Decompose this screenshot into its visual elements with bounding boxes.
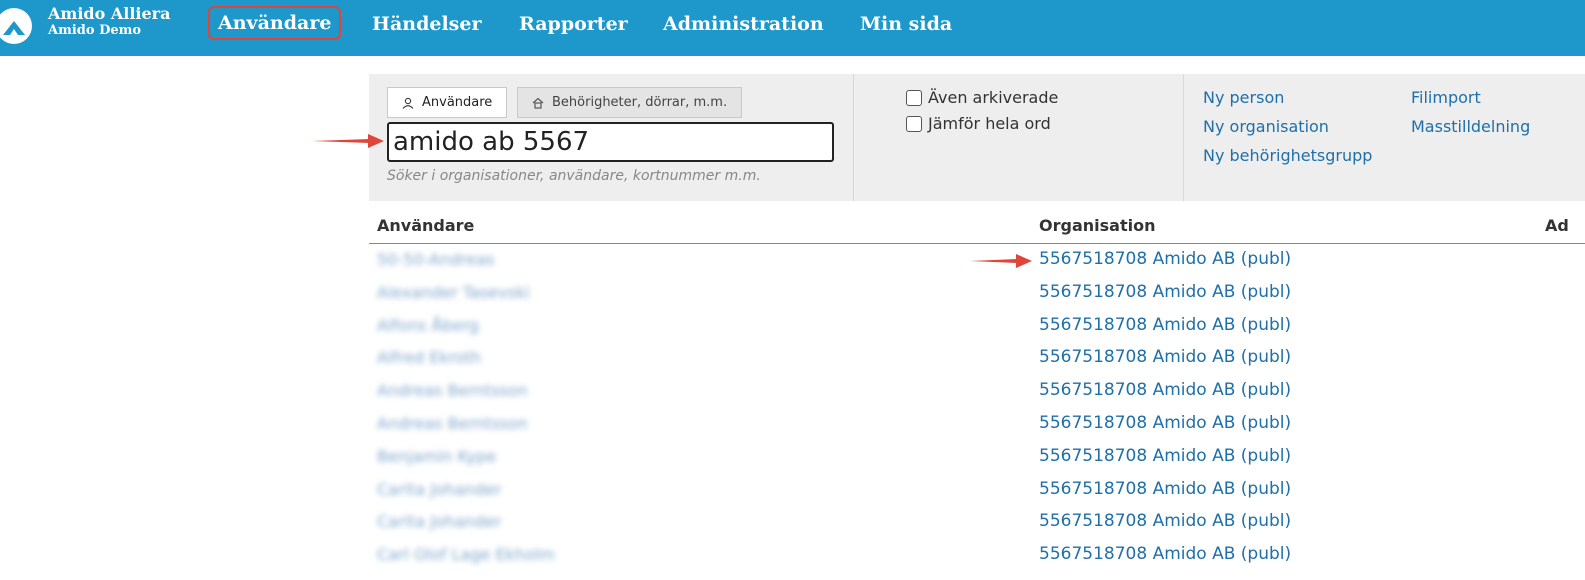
search-input[interactable] [387, 122, 834, 162]
checkbox-box[interactable] [906, 89, 922, 106]
app-logo[interactable] [0, 8, 32, 44]
table-row-organisation[interactable]: 5567518708 Amido AB (publ) [1039, 282, 1291, 302]
file-import-link[interactable]: Filimport [1411, 88, 1481, 107]
top-navigation-bar: Amido Alliera Amido Demo Användare Hände… [0, 0, 1585, 56]
checkbox-box[interactable] [906, 115, 922, 132]
brand-title: Amido Alliera [48, 4, 171, 23]
search-hint: Söker i organisationer, användare, kortn… [387, 168, 761, 184]
nav-reports[interactable]: Rapporter [519, 12, 628, 36]
tab-users-label: Användare [422, 95, 493, 110]
table-row-user[interactable]: 50-50-Andreas [377, 250, 494, 269]
table-row-organisation[interactable]: 5567518708 Amido AB (publ) [1039, 479, 1291, 499]
logo-mountain-icon [3, 21, 25, 35]
tab-permissions[interactable]: Behörigheter, dörrar, m.m. [517, 87, 743, 118]
brand-block: Amido Alliera Amido Demo [48, 5, 170, 39]
nav-administration[interactable]: Administration [663, 12, 824, 36]
nav-users[interactable]: Användare [208, 6, 342, 40]
table-row-organisation[interactable]: 5567518708 Amido AB (publ) [1039, 511, 1291, 531]
archived-checkbox[interactable]: Även arkiverade [906, 88, 1058, 107]
whole-words-checkbox[interactable]: Jämför hela ord [906, 114, 1051, 133]
table-row-organisation[interactable]: 5567518708 Amido AB (publ) [1039, 446, 1291, 466]
table-row-organisation[interactable]: 5567518708 Amido AB (publ) [1039, 315, 1291, 335]
brand-subtitle: Amido Demo [48, 23, 142, 38]
table-row-organisation[interactable]: 5567518708 Amido AB (publ) [1039, 413, 1291, 433]
table-row-organisation[interactable]: 5567518708 Amido AB (publ) [1039, 249, 1291, 269]
table-row-user[interactable]: Carita Johander [377, 512, 501, 531]
table-row-user[interactable]: Alfred Ekroth [377, 348, 481, 367]
tab-permissions-label: Behörigheter, dörrar, m.m. [552, 95, 728, 110]
nav-my-page[interactable]: Min sida [860, 12, 952, 36]
new-organisation-link[interactable]: Ny organisation [1203, 117, 1329, 136]
table-row-user[interactable]: Benjamin Kype [377, 447, 496, 466]
annotation-arrow-icon [970, 254, 1032, 268]
mass-assignment-link[interactable]: Masstilldelning [1411, 117, 1530, 136]
home-icon [532, 97, 544, 109]
whole-words-checkbox-label: Jämför hela ord [928, 114, 1051, 133]
table-row-user[interactable]: Carita Johander [377, 480, 501, 499]
table-row-user[interactable]: Alexander Tasevski [377, 283, 530, 302]
table-row-organisation[interactable]: 5567518708 Amido AB (publ) [1039, 347, 1291, 367]
table-row-organisation[interactable]: 5567518708 Amido AB (publ) [1039, 544, 1291, 564]
table-row-user[interactable]: Carl Olof Lage Ekholm [377, 545, 555, 564]
user-icon [402, 97, 414, 109]
table-row-user[interactable]: Andreas Berntsson [377, 381, 528, 400]
archived-checkbox-label: Även arkiverade [928, 88, 1059, 107]
panel-divider [1183, 74, 1184, 201]
column-header-third[interactable]: Ad [1545, 216, 1569, 235]
new-person-link[interactable]: Ny person [1203, 88, 1284, 107]
header-divider [369, 243, 1585, 244]
panel-divider [853, 74, 854, 201]
table-row-user[interactable]: Alfons Åberg [377, 316, 479, 335]
nav-events[interactable]: Händelser [372, 12, 481, 36]
annotation-arrow-icon [312, 134, 384, 148]
tab-users[interactable]: Användare [387, 87, 508, 118]
column-header-user[interactable]: Användare [377, 216, 474, 235]
column-header-organisation[interactable]: Organisation [1039, 216, 1155, 235]
table-row-user[interactable]: Andreas Berntsson [377, 414, 528, 433]
new-permission-group-link[interactable]: Ny behörighetsgrupp [1203, 146, 1372, 165]
table-row-organisation[interactable]: 5567518708 Amido AB (publ) [1039, 380, 1291, 400]
